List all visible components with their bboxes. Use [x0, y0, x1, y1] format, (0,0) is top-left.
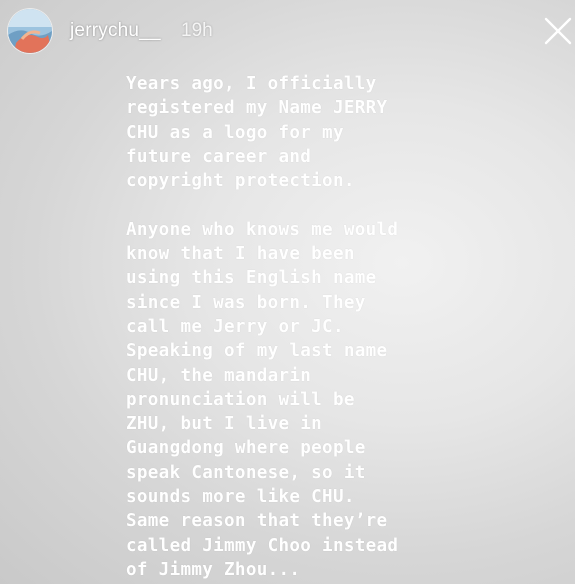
close-button[interactable] [543, 16, 573, 46]
close-icon [544, 17, 572, 45]
username[interactable]: jerrychu__ [70, 20, 161, 42]
story-header: jerrychu__ 19h [0, 0, 575, 62]
profile-avatar[interactable] [8, 9, 52, 53]
avatar-image-icon [8, 9, 52, 53]
post-timestamp: 19h [181, 20, 213, 41]
story-text: Years ago, I officially registered my Na… [126, 74, 399, 580]
